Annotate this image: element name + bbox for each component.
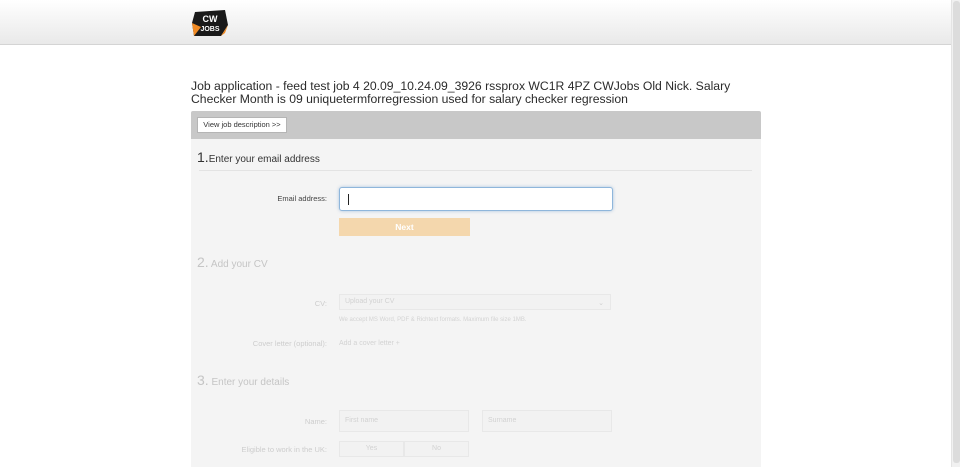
eligible-no-label: No <box>432 445 441 452</box>
application-form: 1.Enter your email address Email address… <box>191 139 761 467</box>
next-button[interactable]: Next <box>339 218 470 236</box>
step1-divider <box>199 170 752 171</box>
cv-format-hint: We accept MS Word, PDF & Richtext format… <box>339 317 527 323</box>
page-title: Job application - feed test job 4 20.09_… <box>191 79 731 106</box>
eligible-yes-option[interactable]: Yes <box>339 441 404 457</box>
scrollbar-thumb[interactable] <box>953 1 960 463</box>
eligible-uk-label: Eligible to work in the UK: <box>241 445 327 454</box>
step3-heading: 3. Enter your details <box>197 372 289 388</box>
logo-text-jobs: JOBS <box>200 26 219 33</box>
application-toolbar: View job description >> <box>191 111 761 139</box>
eligible-yes-label: Yes <box>365 445 378 452</box>
email-label: Email address: <box>277 194 327 203</box>
view-job-description-button[interactable]: View job description >> <box>197 117 287 133</box>
step1-title: Enter your email address <box>208 154 320 165</box>
step2-number: 2. <box>197 254 209 270</box>
step2-title: Add your CV <box>210 259 268 270</box>
chevron-down-icon: ⌄ <box>598 300 604 307</box>
step1-heading: 1.Enter your email address <box>197 149 320 165</box>
eligible-no-option[interactable]: No <box>404 441 469 457</box>
cover-letter-label: Cover letter (optional): <box>252 339 327 348</box>
first-name-placeholder: First name <box>345 417 379 424</box>
cv-label: CV: <box>314 299 327 308</box>
cv-upload-placeholder: Upload your CV <box>345 298 395 305</box>
step1-number: 1. <box>197 149 209 165</box>
cwjobs-logo[interactable]: CW JOBS <box>191 9 229 37</box>
add-cover-letter-link[interactable]: Add a cover letter + <box>339 340 400 347</box>
email-field[interactable] <box>339 187 613 211</box>
surname-input[interactable]: Surname <box>482 410 612 432</box>
site-header: CW JOBS <box>0 0 951 45</box>
page-scrollbar[interactable] <box>951 0 960 467</box>
name-label: Name: <box>304 417 327 426</box>
step3-number: 3. <box>197 372 209 388</box>
logo-text-cw: CW <box>203 14 218 24</box>
step3-title: Enter your details <box>211 377 290 388</box>
step2-heading: 2. Add your CV <box>197 254 268 270</box>
text-caret <box>348 194 349 205</box>
surname-placeholder: Surname <box>488 417 517 424</box>
cv-upload-select[interactable]: Upload your CV ⌄ <box>339 294 611 310</box>
first-name-input[interactable]: First name <box>339 410 469 432</box>
